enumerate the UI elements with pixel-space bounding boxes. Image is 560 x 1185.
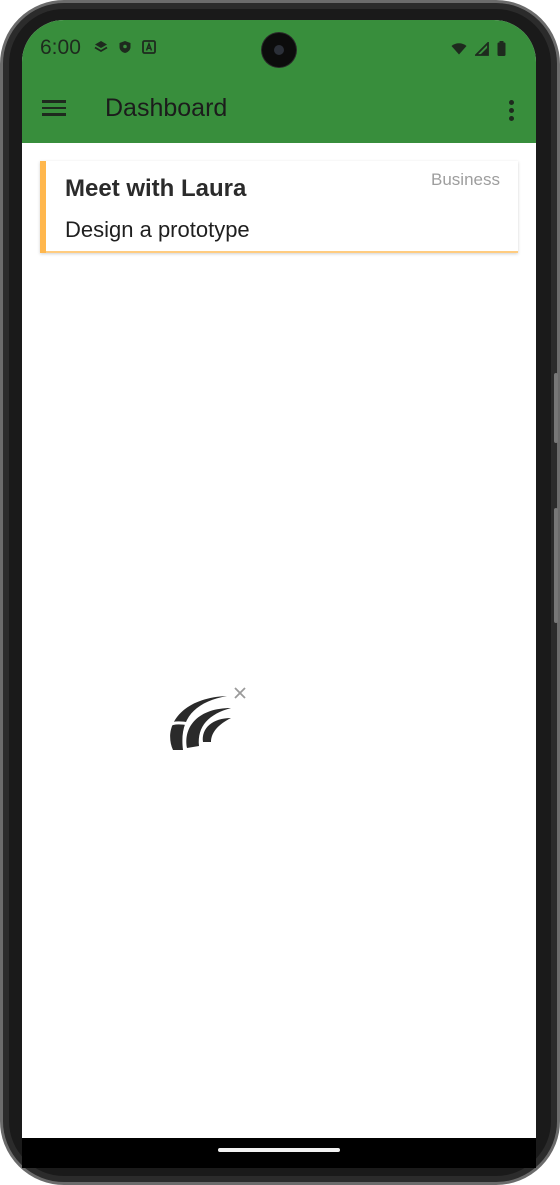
toolbar: Dashboard: [22, 80, 536, 143]
floating-widget[interactable]: [164, 686, 249, 754]
navigation-bar: [22, 1138, 536, 1168]
screen: 6:00 Dashboard Meet with Laura Business …: [22, 20, 536, 1138]
front-camera: [262, 33, 296, 67]
signal-icon: [473, 40, 489, 61]
task-title: Meet with Laura: [65, 175, 247, 202]
volume-button: [554, 373, 558, 443]
status-bar: 6:00: [22, 20, 536, 80]
hamburger-menu-icon[interactable]: [40, 96, 68, 124]
battery-icon: [497, 41, 506, 61]
app-bar: 6:00 Dashboard: [22, 20, 536, 143]
task-list: Meet with Laura Business Design a protot…: [22, 143, 536, 1138]
status-notification-icons: [94, 40, 156, 54]
close-icon[interactable]: [233, 686, 247, 700]
task-card[interactable]: Meet with Laura Business Design a protot…: [40, 161, 518, 253]
task-category: Business: [431, 170, 500, 189]
a-badge-icon: [142, 40, 156, 54]
wifi-icon: [451, 42, 467, 60]
more-vertical-icon[interactable]: [504, 98, 518, 124]
home-indicator[interactable]: [218, 1148, 340, 1152]
status-system-icons: [451, 40, 506, 61]
task-description: Design a prototype: [65, 217, 250, 242]
power-button: [554, 508, 558, 623]
shield-icon: [118, 40, 132, 54]
status-time: 6:00: [40, 36, 81, 59]
layers-icon: [94, 40, 108, 54]
page-title: Dashboard: [105, 94, 228, 122]
